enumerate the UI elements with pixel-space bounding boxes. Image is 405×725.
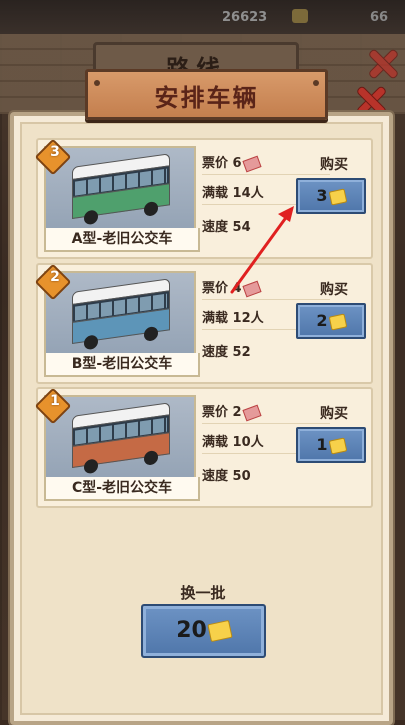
gold-ingot-icon <box>328 187 347 206</box>
fare-value: 6 <box>232 156 242 171</box>
wheel-icon <box>144 449 158 466</box>
speed-label: 速度 <box>202 469 229 484</box>
speed-label: 速度 <box>202 345 229 360</box>
bus-icon <box>68 277 176 354</box>
fare-stat: 票价 6 <box>202 152 262 172</box>
vehicle-name: B型-老旧公交车 <box>44 353 200 377</box>
fare-stat: 票价 2 <box>202 401 262 421</box>
buy-price: 2 <box>316 311 328 330</box>
gold-ingot-icon <box>328 436 347 455</box>
speed-label: 速度 <box>202 220 229 235</box>
speed-stat: 速度 52 <box>202 341 251 360</box>
close-icon[interactable] <box>368 49 398 79</box>
capacity-label: 满载 <box>202 311 229 326</box>
fare-label: 票价 <box>202 156 229 171</box>
capacity-label: 满载 <box>202 186 229 201</box>
fare-value: 2 <box>232 405 242 420</box>
fare-value: 4 <box>232 281 242 296</box>
bus-icon <box>68 152 176 229</box>
fare-label: 票价 <box>202 405 229 420</box>
refresh-price: 20 <box>176 618 207 643</box>
buy-button[interactable]: 3 <box>296 178 366 214</box>
capacity-label: 满载 <box>202 435 229 450</box>
rank-number: 1 <box>50 393 60 409</box>
vehicle-card: 3 A型-老旧公交车 票价 6 满载 14人 速度 54 购买 3 <box>34 138 373 259</box>
refresh-button[interactable]: 20 <box>141 604 266 658</box>
capacity-value: 10人 <box>232 435 264 450</box>
ticket-icon <box>242 280 262 297</box>
coin-icon <box>292 9 308 23</box>
hud-right-value: 66 <box>370 10 389 25</box>
buy-price: 3 <box>316 186 328 205</box>
buy-price: 1 <box>316 435 328 454</box>
vehicle-name: A型-老旧公交车 <box>44 228 200 252</box>
wheel-icon <box>144 325 158 342</box>
rank-number: 2 <box>50 269 60 285</box>
capacity-value: 14人 <box>232 186 264 201</box>
wheel-icon <box>84 209 98 226</box>
speed-stat: 速度 54 <box>202 216 251 235</box>
rank-number: 3 <box>50 144 60 160</box>
buy-label: 购买 <box>320 406 348 422</box>
refresh-label: 换一批 <box>180 584 226 602</box>
speed-value: 52 <box>232 345 251 360</box>
bus-icon <box>68 401 176 478</box>
capacity-stat: 满载 10人 <box>202 431 264 450</box>
fare-label: 票价 <box>202 281 229 296</box>
divider <box>202 423 330 424</box>
speed-stat: 速度 50 <box>202 465 251 484</box>
divider <box>202 299 330 300</box>
ticket-icon <box>242 155 262 172</box>
wheel-icon <box>84 334 98 351</box>
capacity-stat: 满载 14人 <box>202 182 264 201</box>
ticket-icon <box>242 404 262 421</box>
vehicle-card: 2 B型-老旧公交车 票价 4 满载 12人 速度 52 购买 2 <box>34 263 373 384</box>
capacity-stat: 满载 12人 <box>202 307 264 326</box>
dialog-title: 安排车辆 <box>154 84 259 112</box>
buy-button[interactable]: 2 <box>296 303 366 339</box>
dialog-title-board: 安排车辆 <box>85 69 328 120</box>
speed-value: 54 <box>232 220 251 235</box>
vehicle-name: C型-老旧公交车 <box>44 477 200 501</box>
top-hud: 26623 66 <box>0 0 405 34</box>
fare-stat: 票价 4 <box>202 277 262 297</box>
wheel-icon <box>84 458 98 475</box>
gold-ingot-icon <box>207 619 233 643</box>
hud-coins: 26623 <box>222 10 268 25</box>
vehicle-card: 1 C型-老旧公交车 票价 2 满载 10人 速度 50 购买 1 <box>34 387 373 508</box>
buy-button[interactable]: 1 <box>296 427 366 463</box>
buy-label: 购买 <box>320 157 348 173</box>
divider <box>202 174 330 175</box>
speed-value: 50 <box>232 469 251 484</box>
wheel-icon <box>144 200 158 217</box>
gold-ingot-icon <box>328 312 347 331</box>
capacity-value: 12人 <box>232 311 264 326</box>
buy-label: 购买 <box>320 282 348 298</box>
